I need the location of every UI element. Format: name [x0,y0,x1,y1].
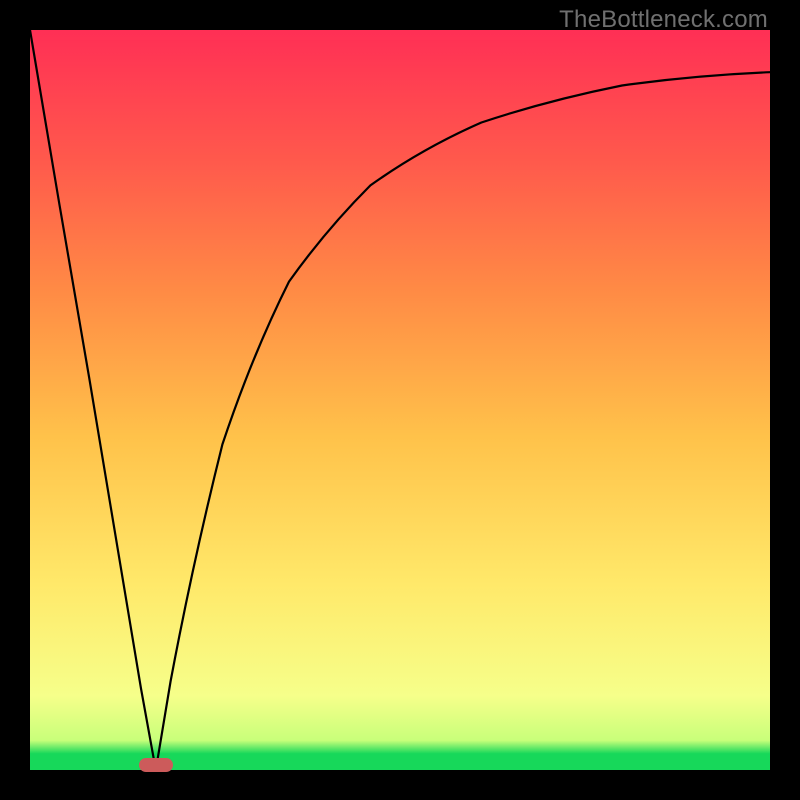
plot-area [30,30,770,770]
chart-frame: TheBottleneck.com [0,0,800,800]
chart-curve [30,30,770,770]
curve-left-leg [30,30,156,770]
minimum-marker [139,758,173,772]
curve-right [156,72,770,770]
